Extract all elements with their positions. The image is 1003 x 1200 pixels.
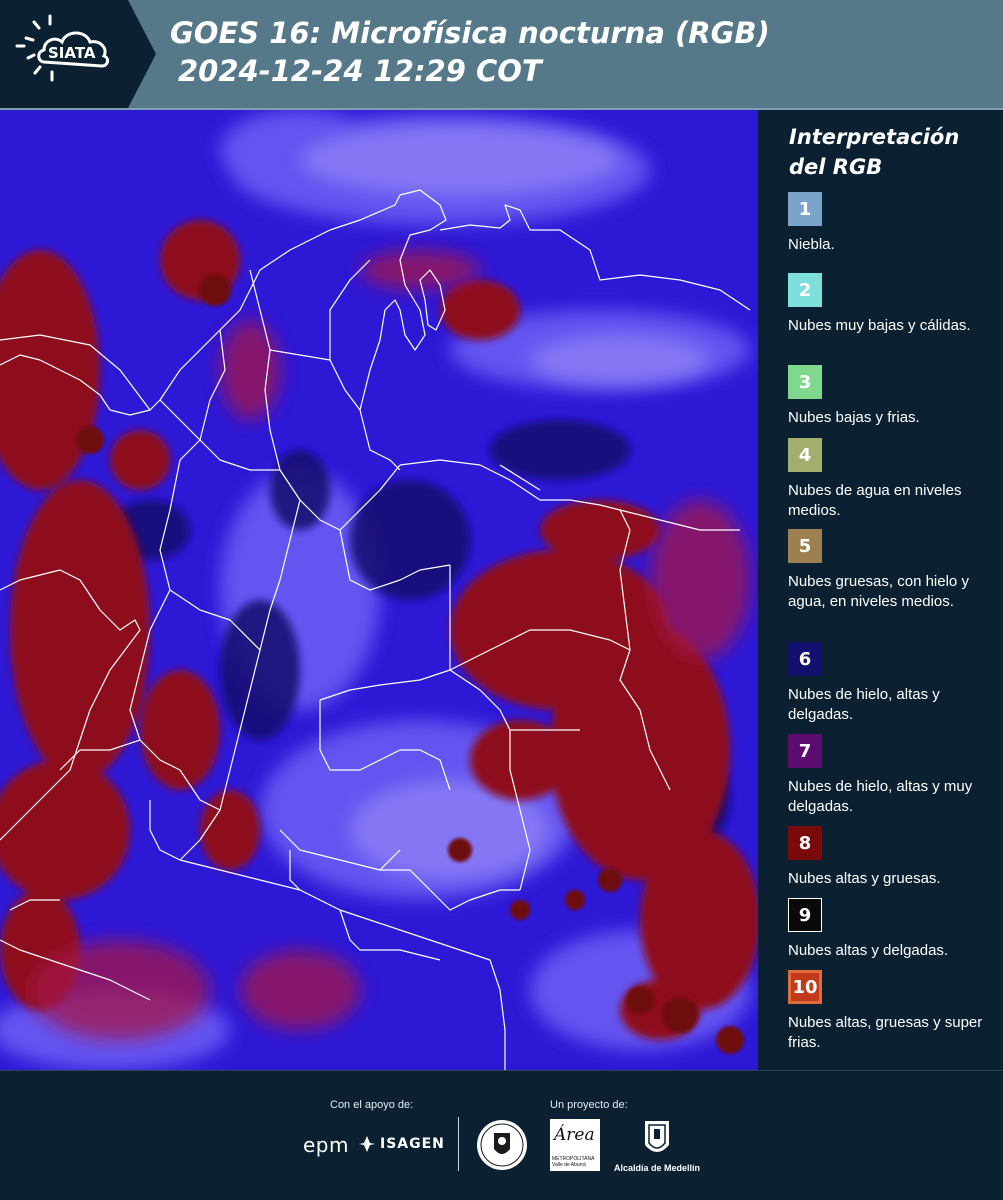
footer: Con el apoyo de: Un proyecto de: epm ISA… — [0, 1070, 1003, 1200]
legend-swatch-8: 8 — [788, 826, 822, 860]
legend-swatch-1: 1 — [788, 192, 822, 226]
legend-label-7: Nubes de hielo, altas y muy delgadas. — [788, 778, 973, 815]
siata-logo: SIATA — [0, 0, 158, 108]
area-logo-word: Área — [554, 1125, 595, 1145]
legend-item-3: 3 Nubes bajas y frias. — [788, 365, 988, 428]
legend-swatch-4: 4 — [788, 438, 822, 472]
legend-item-9: 9 Nubes altas y delgadas. — [788, 898, 988, 961]
project-label: Un proyecto de: — [550, 1099, 628, 1111]
title-line-1: GOES 16: Microfísica nocturna (RGB) — [170, 16, 770, 50]
legend-label-1: Niebla. — [788, 236, 835, 253]
legend-label-9: Nubes altas y delgadas. — [788, 942, 949, 959]
legend-swatch-7: 7 — [788, 734, 822, 768]
alcaldia-label: Alcaldía de Medellín — [614, 1163, 701, 1173]
title-line-2: 2024-12-24 12:29 COT — [178, 54, 542, 88]
legend-label-4: Nubes de agua en niveles medios. — [788, 482, 962, 519]
siata-logo-text: SIATA — [48, 44, 96, 62]
legend-label-3: Nubes bajas y frias. — [788, 409, 920, 426]
legend-title: Interpretación del RGB — [789, 125, 960, 179]
legend-item-1: 1 Niebla. — [788, 192, 988, 255]
area-metropolitana-logo: Área METROPOLITANA Valle de Aburrá — [550, 1119, 600, 1171]
isagen-logo: ISAGEN — [380, 1136, 445, 1152]
legend-item-4: 4 Nubes de agua en niveles medios. — [788, 438, 988, 521]
header: SIATA GOES 16: Microfísica nocturna (RGB… — [0, 0, 1003, 108]
area-logo-subtitle: METROPOLITANA Valle de Aburrá — [552, 1156, 595, 1168]
footer-divider — [458, 1117, 459, 1171]
legend-swatch-3: 3 — [788, 365, 822, 399]
legend-item-6: 6 Nubes de hielo, altas y delgadas. — [788, 642, 988, 725]
legend-label-6: Nubes de hielo, altas y delgadas. — [788, 686, 940, 723]
legend-swatch-6: 6 — [788, 642, 822, 676]
legend-item-8: 8 Nubes altas y gruesas. — [788, 826, 988, 889]
legend-label-2: Nubes muy bajas y cálidas. — [788, 317, 971, 334]
satellite-map — [0, 110, 758, 1070]
legend-item-2: 2 Nubes muy bajas y cálidas. — [788, 273, 988, 336]
legend-swatch-5: 5 — [788, 529, 822, 563]
medellin-seal-icon — [477, 1120, 527, 1170]
legend-panel: Interpretación del RGB 1 Niebla. 2 Nubes mu… — [776, 110, 996, 1070]
isagen-icon — [359, 1136, 375, 1152]
alcaldia-shield-icon — [645, 1121, 669, 1152]
legend-item-5: 5 Nubes gruesas, con hielo y agua, en niv… — [788, 529, 988, 612]
legend-label-8: Nubes altas y gruesas. — [788, 870, 941, 887]
legend-item-10: 10 Nubes altas, gruesas y super frias. — [788, 970, 988, 1053]
legend-item-7: 7 Nubes de hielo, altas y muy delgadas. — [788, 734, 988, 817]
legend-label-5: Nubes gruesas, con hielo y agua, en nive… — [788, 573, 969, 610]
support-label: Con el apoyo de: — [330, 1099, 414, 1111]
legend-label-10: Nubes altas, gruesas y super frias. — [788, 1014, 983, 1051]
epm-logo: epm — [303, 1133, 349, 1157]
legend-swatch-10: 10 — [788, 970, 822, 1004]
legend-swatch-9: 9 — [788, 898, 822, 932]
legend-swatch-2: 2 — [788, 273, 822, 307]
page-title: GOES 16: Microfísica nocturna (RGB) 2024… — [170, 14, 770, 90]
